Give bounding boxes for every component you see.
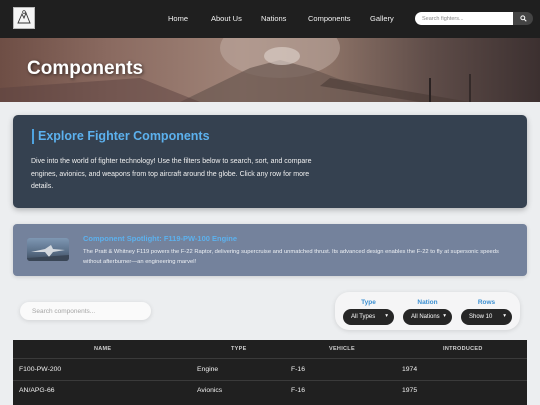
jet-image (27, 245, 69, 261)
cell-vehicle: F-16 (291, 366, 305, 373)
chevron-down-icon: ▾ (385, 313, 388, 319)
cell-name: F100-PW-200 (19, 366, 62, 373)
search-button[interactable] (513, 12, 533, 25)
header-name[interactable]: NAME (94, 346, 111, 352)
type-filter-label: Type (361, 299, 376, 306)
nation-select-value: All Nations (411, 314, 440, 320)
chevron-down-icon: ▾ (503, 313, 506, 319)
logo-icon (17, 10, 31, 24)
fighter-search-input[interactable] (415, 12, 513, 25)
table-row[interactable] (13, 381, 527, 402)
hero-banner: Components (0, 38, 540, 102)
search-icon (519, 15, 527, 22)
table-row[interactable] (13, 359, 527, 380)
spotlight-title: Component Spotlight: F119-PW-100 Engine (83, 234, 238, 243)
rows-select[interactable]: Show 10 ▾ (461, 309, 512, 325)
nation-select[interactable]: All Nations ▾ (403, 309, 452, 325)
component-search-input[interactable] (20, 302, 151, 320)
nav-link-home[interactable]: Home (168, 14, 188, 23)
cell-vehicle: F-16 (291, 387, 305, 394)
intro-accent-bar (32, 129, 34, 144)
type-select[interactable]: All Types ▾ (343, 309, 394, 325)
intro-text: Dive into the world of fighter technolog… (31, 158, 312, 190)
site-logo[interactable] (13, 7, 35, 29)
nav-link-nations[interactable]: Nations (261, 14, 286, 23)
header-introduced[interactable]: INTRODUCED (443, 346, 483, 352)
cell-introduced: 1974 (402, 366, 418, 373)
spotlight-image (27, 238, 69, 261)
type-select-value: All Types (351, 314, 376, 320)
intro-card: Explore Fighter Components Dive into the… (13, 115, 527, 208)
cell-type: Engine (197, 366, 219, 373)
rows-select-value: Show 10 (469, 314, 493, 320)
cell-name: AN/APG-66 (19, 387, 55, 394)
chevron-down-icon: ▾ (443, 313, 446, 319)
header-vehicle[interactable]: VEHICLE (329, 346, 355, 352)
intro-title: Explore Fighter Components (38, 129, 210, 143)
header-type[interactable]: TYPE (231, 346, 247, 352)
nav-link-components[interactable]: Components (308, 14, 351, 23)
page-title: Components (27, 58, 144, 79)
navbar: Home About Us Nations Components Gallery (0, 0, 540, 38)
cell-type: Avionics (197, 387, 223, 394)
spotlight-text: The Pratt & Whitney F119 powers the F-22… (83, 249, 499, 265)
nation-filter-label: Nation (417, 299, 438, 306)
component-spotlight: Component Spotlight: F119-PW-100 Engine … (13, 224, 527, 276)
nav-link-gallery[interactable]: Gallery (370, 14, 394, 23)
cell-introduced: 1975 (402, 387, 418, 394)
rows-filter-label: Rows (477, 299, 496, 306)
nav-link-about-us[interactable]: About Us (211, 14, 242, 23)
